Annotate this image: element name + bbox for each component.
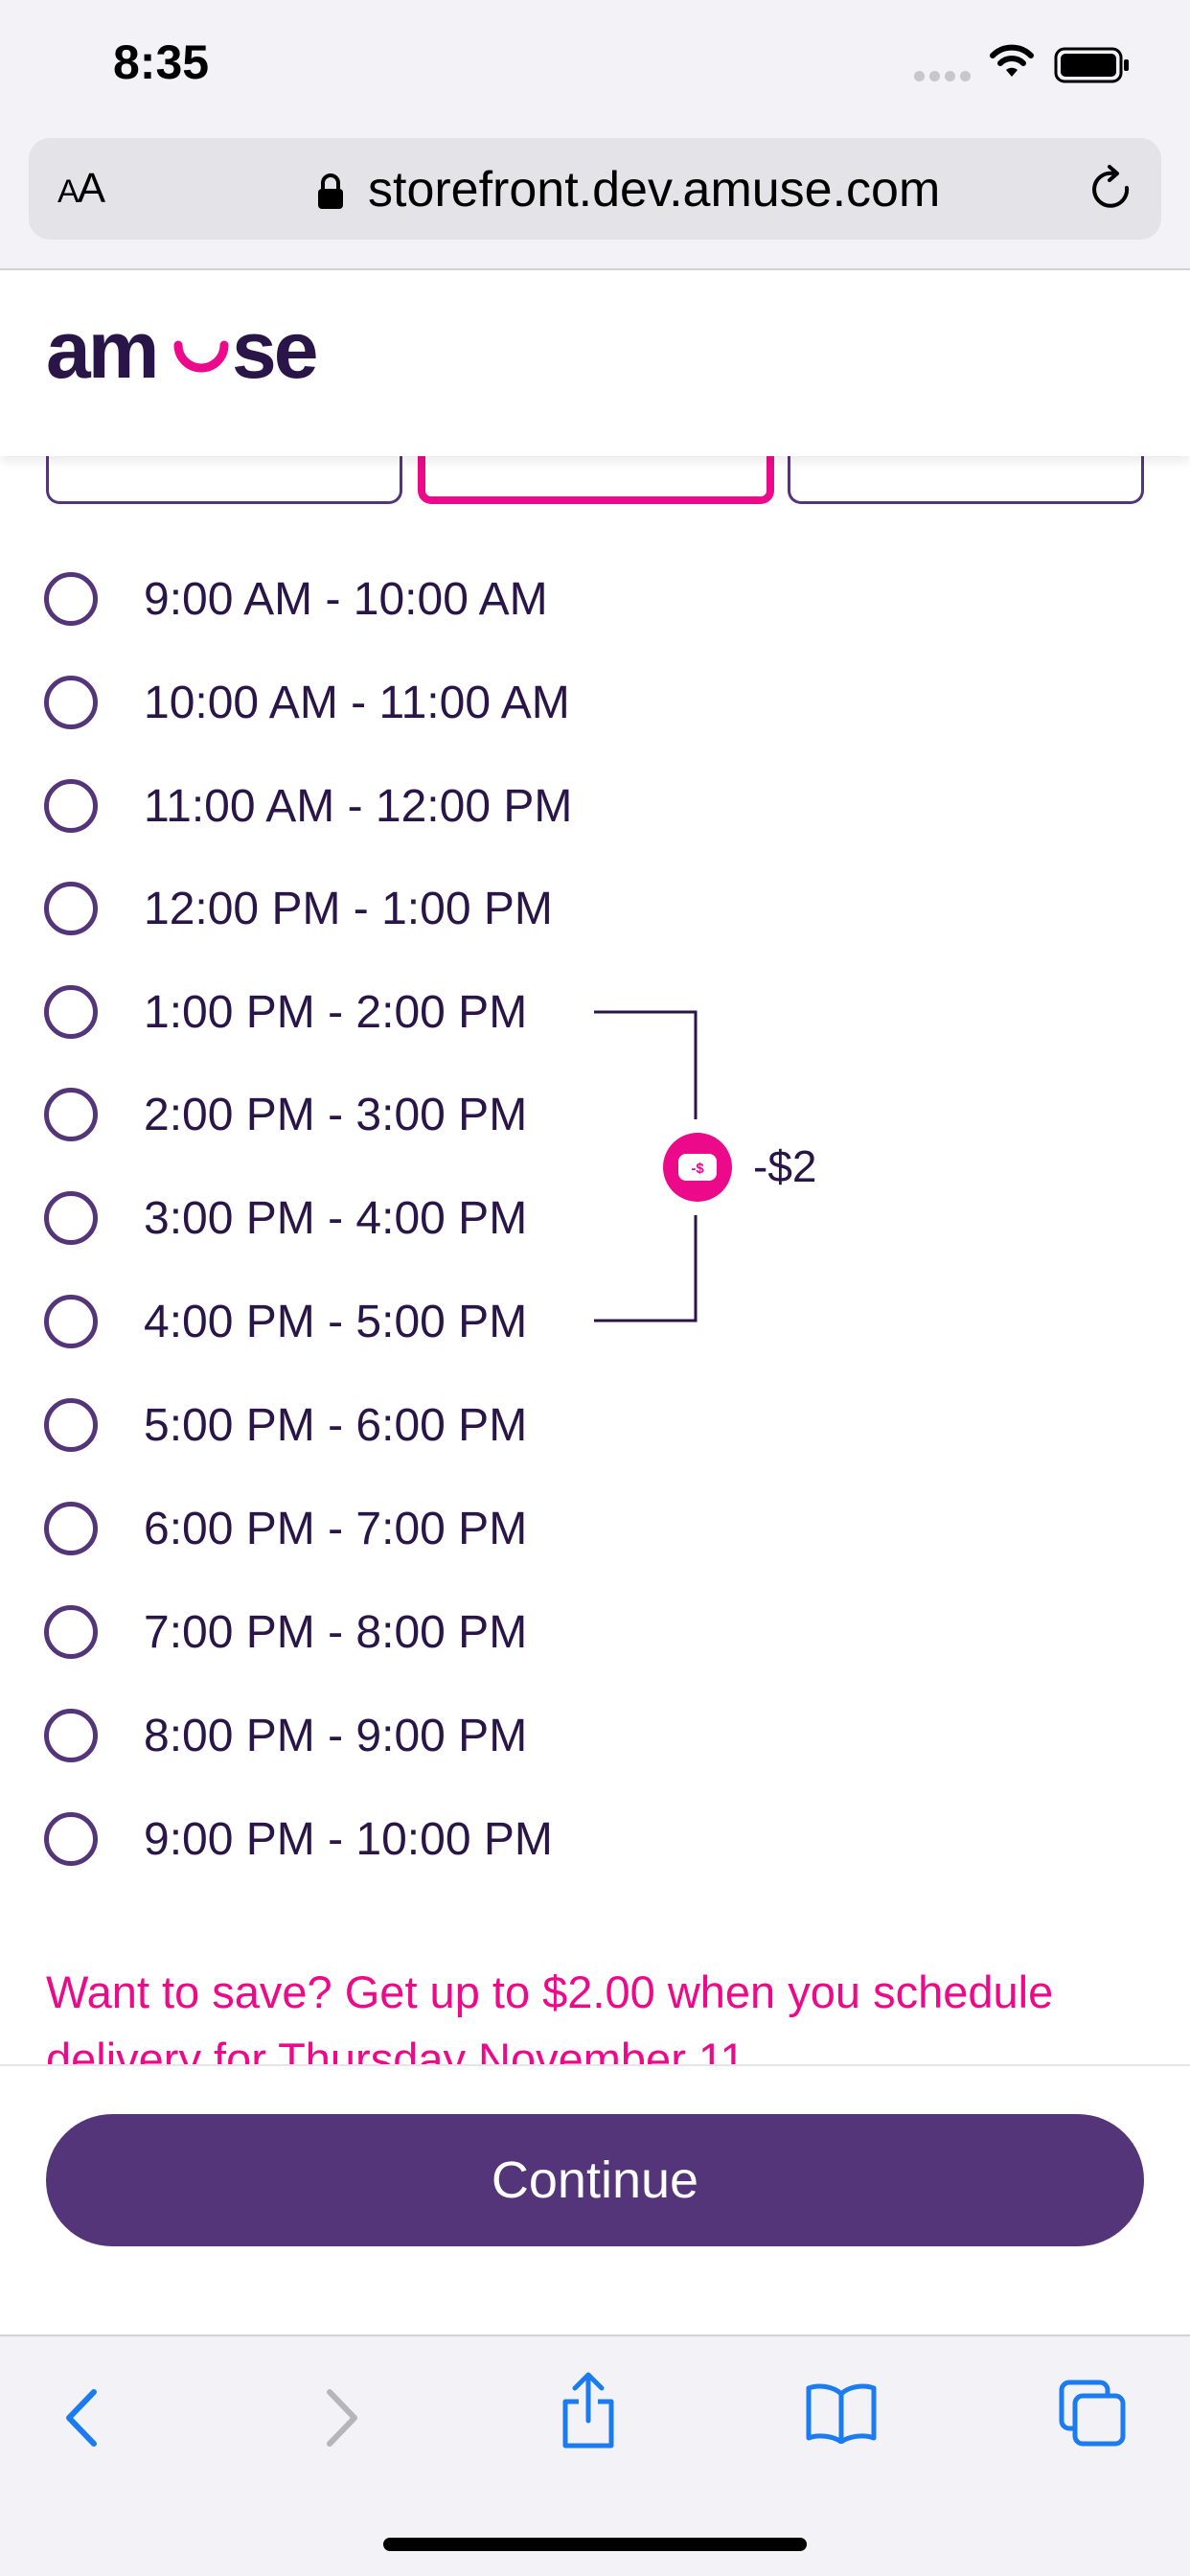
time-slot-option[interactable]: 10:00 AM - 11:00 AM [44, 669, 581, 736]
discount-icon: -$ [663, 1133, 732, 1202]
time-slot-label: 5:00 PM - 6:00 PM [144, 1399, 528, 1451]
time-slot-option[interactable]: 9:00 AM - 10:00 AM [44, 565, 581, 632]
continue-button[interactable]: Continue [46, 2114, 1144, 2246]
time-slot-label: 1:00 PM - 2:00 PM [144, 986, 528, 1038]
bookmarks-icon[interactable] [805, 2380, 878, 2444]
status-time: 8:35 [113, 35, 210, 89]
time-slot-label: 9:00 AM - 10:00 AM [144, 573, 548, 625]
time-slot-option[interactable]: 8:00 PM - 9:00 PM [44, 1702, 581, 1769]
back-icon[interactable] [59, 2384, 107, 2451]
radio-button[interactable] [44, 1812, 98, 1866]
forward-icon[interactable] [316, 2384, 364, 2451]
time-slot-option[interactable]: 7:00 PM - 8:00 PM [44, 1598, 581, 1666]
radio-button[interactable] [44, 1295, 98, 1348]
time-slot-label: 8:00 PM - 9:00 PM [144, 1710, 528, 1761]
battery-icon [1054, 47, 1129, 83]
radio-button[interactable] [44, 1088, 98, 1141]
time-slot-option[interactable]: 1:00 PM - 2:00 PM [44, 978, 581, 1046]
cellular-signal-icon [914, 71, 972, 82]
wifi-icon [990, 44, 1034, 77]
radio-button[interactable] [44, 1709, 98, 1762]
status-bar: 8:35 [0, 0, 1190, 134]
browser-address-area: AA storefront.dev.amuse.com [0, 134, 1190, 270]
time-slot-option[interactable]: 5:00 PM - 6:00 PM [44, 1392, 581, 1459]
time-slot-label: 4:00 PM - 5:00 PM [144, 1296, 528, 1347]
home-indicator [383, 2538, 807, 2551]
radio-button[interactable] [44, 779, 98, 833]
time-slot-option[interactable]: 6:00 PM - 7:00 PM [44, 1495, 581, 1562]
radio-button[interactable] [44, 985, 98, 1039]
share-icon[interactable] [558, 2371, 619, 2451]
radio-button[interactable] [44, 1502, 98, 1555]
radio-button[interactable] [44, 572, 98, 626]
continue-footer: Continue [0, 2064, 1190, 2334]
time-slot-label: 12:00 PM - 1:00 PM [144, 883, 553, 934]
time-slot-option[interactable]: 4:00 PM - 5:00 PM [44, 1288, 581, 1355]
site-header: am se [0, 272, 1190, 456]
time-slot-option[interactable]: 3:00 PM - 4:00 PM [44, 1184, 581, 1252]
time-slot-label: 6:00 PM - 7:00 PM [144, 1503, 528, 1554]
url-text: storefront.dev.amuse.com [368, 162, 941, 218]
time-slot-label: 2:00 PM - 3:00 PM [144, 1089, 528, 1140]
reader-options-button[interactable]: AA [57, 165, 105, 213]
reload-icon[interactable] [1085, 163, 1138, 217]
svg-text:-$: -$ [691, 1161, 704, 1177]
amuse-logo[interactable]: am se [46, 318, 333, 395]
time-slot-label: 10:00 AM - 11:00 AM [144, 677, 570, 728]
time-slot-label: 3:00 PM - 4:00 PM [144, 1192, 528, 1244]
lock-icon [318, 173, 343, 209]
aa-large-label: A [77, 165, 105, 212]
time-slot-option[interactable]: 9:00 PM - 10:00 PM [44, 1806, 581, 1873]
radio-button[interactable] [44, 676, 98, 729]
radio-button[interactable] [44, 1398, 98, 1452]
svg-text:am: am [46, 318, 156, 395]
svg-text:se: se [232, 318, 316, 395]
time-slot-label: 11:00 AM - 12:00 PM [144, 780, 573, 832]
address-bar[interactable]: AA storefront.dev.amuse.com [29, 138, 1161, 240]
radio-button[interactable] [44, 1605, 98, 1659]
time-slot-label: 7:00 PM - 8:00 PM [144, 1606, 528, 1658]
discount-amount: -$2 [753, 1141, 817, 1191]
promo-message: Want to save? Get up to $2.00 when you s… [46, 1966, 1054, 2064]
radio-button[interactable] [44, 1191, 98, 1245]
tabs-icon[interactable] [1058, 2379, 1127, 2448]
time-slot-label: 9:00 PM - 10:00 PM [144, 1813, 553, 1865]
time-slot-option[interactable]: 11:00 AM - 12:00 PM [44, 772, 581, 840]
aa-small-label: A [57, 173, 80, 210]
time-slot-option[interactable]: 2:00 PM - 3:00 PM [44, 1081, 581, 1148]
radio-button[interactable] [44, 882, 98, 935]
time-slot-option[interactable]: 12:00 PM - 1:00 PM [44, 875, 581, 942]
